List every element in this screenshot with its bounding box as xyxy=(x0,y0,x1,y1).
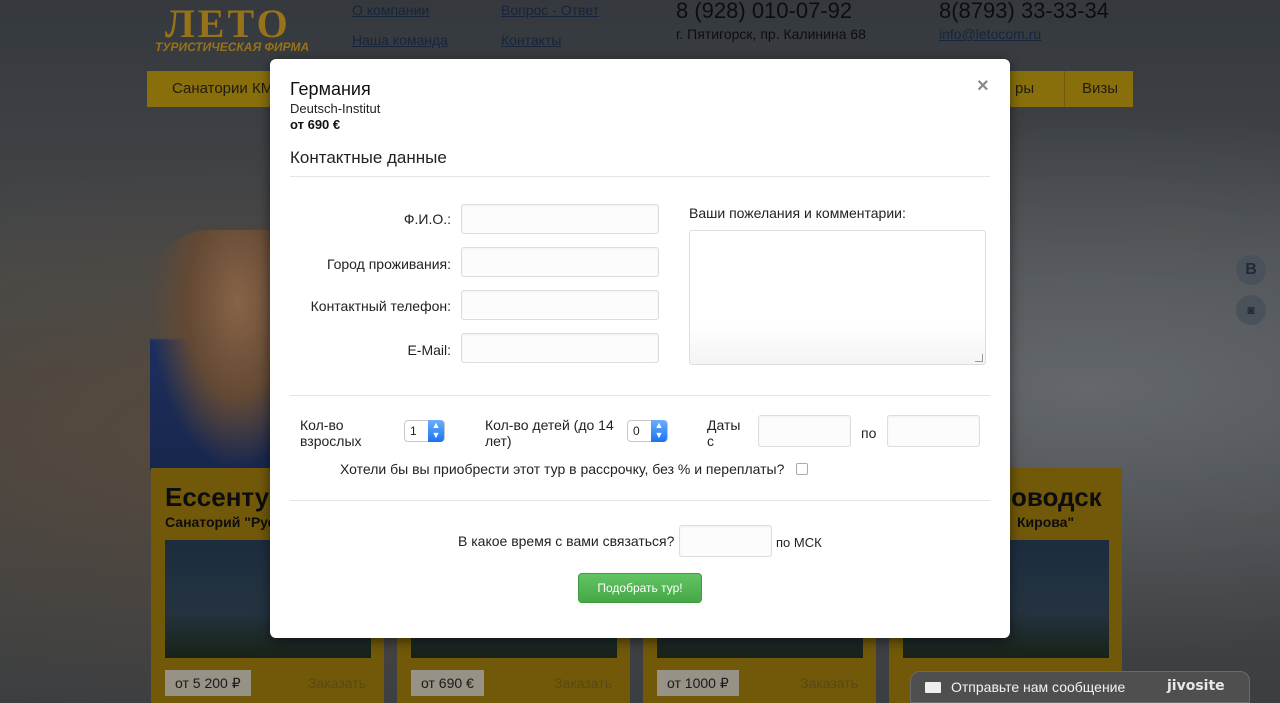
name-label: Ф.И.О.: xyxy=(403,211,451,227)
divider xyxy=(290,395,990,396)
date-from-input[interactable] xyxy=(758,415,851,447)
msk-label: по МСК xyxy=(776,535,822,550)
email-label: E-Mail: xyxy=(407,342,451,358)
date-to-input[interactable] xyxy=(887,415,980,447)
resize-handle-icon[interactable] xyxy=(975,354,983,362)
adults-select[interactable]: 1 ▲ ▼ xyxy=(404,420,445,442)
submit-button[interactable]: Подобрать тур! xyxy=(578,573,702,603)
tour-request-modal: Германия Deutsch-Institut от 690 € × Кон… xyxy=(270,59,1010,638)
adults-label: Кол-во взрослых xyxy=(300,417,362,449)
stepper-arrows-icon: ▲ ▼ xyxy=(428,420,444,442)
adults-value: 1 xyxy=(410,424,417,438)
contact-time-input[interactable] xyxy=(679,525,772,557)
children-label: Кол-во детей (до 14 лет) xyxy=(485,417,614,449)
phone-label: Контактный телефон: xyxy=(310,298,451,314)
comments-label: Ваши пожелания и комментарии: xyxy=(689,205,906,221)
modal-price: от 690 € xyxy=(290,117,341,132)
dates-from-label: Даты с xyxy=(707,417,741,449)
contact-time-label: В какое время с вами связаться? xyxy=(458,533,675,549)
modal-subtitle: Deutsch-Institut xyxy=(290,101,381,116)
phone-input[interactable] xyxy=(461,290,659,320)
close-icon[interactable]: × xyxy=(977,75,989,98)
email-input[interactable] xyxy=(461,333,659,363)
city-label: Город проживания: xyxy=(326,256,451,272)
jivosite-logo: jivosite xyxy=(1167,678,1225,694)
stepper-arrows-icon: ▲ ▼ xyxy=(651,420,667,442)
envelope-icon xyxy=(925,682,941,693)
children-value: 0 xyxy=(633,424,640,438)
section-title: Контактные данные xyxy=(290,148,447,167)
modal-title: Германия xyxy=(290,79,371,99)
chat-widget[interactable]: Отправьте нам сообщение jivosite xyxy=(910,671,1250,703)
city-input[interactable] xyxy=(461,247,659,277)
comments-textarea[interactable] xyxy=(689,230,986,365)
dates-to-label: по xyxy=(861,425,877,441)
chat-widget-label: Отправьте нам сообщение xyxy=(951,679,1126,695)
installment-checkbox[interactable] xyxy=(796,463,808,475)
children-select[interactable]: 0 ▲ ▼ xyxy=(627,420,668,442)
name-input[interactable] xyxy=(461,204,659,234)
divider xyxy=(290,176,990,177)
divider xyxy=(290,500,990,501)
installment-label: Хотели бы вы приобрести этот тур в расср… xyxy=(340,461,785,477)
